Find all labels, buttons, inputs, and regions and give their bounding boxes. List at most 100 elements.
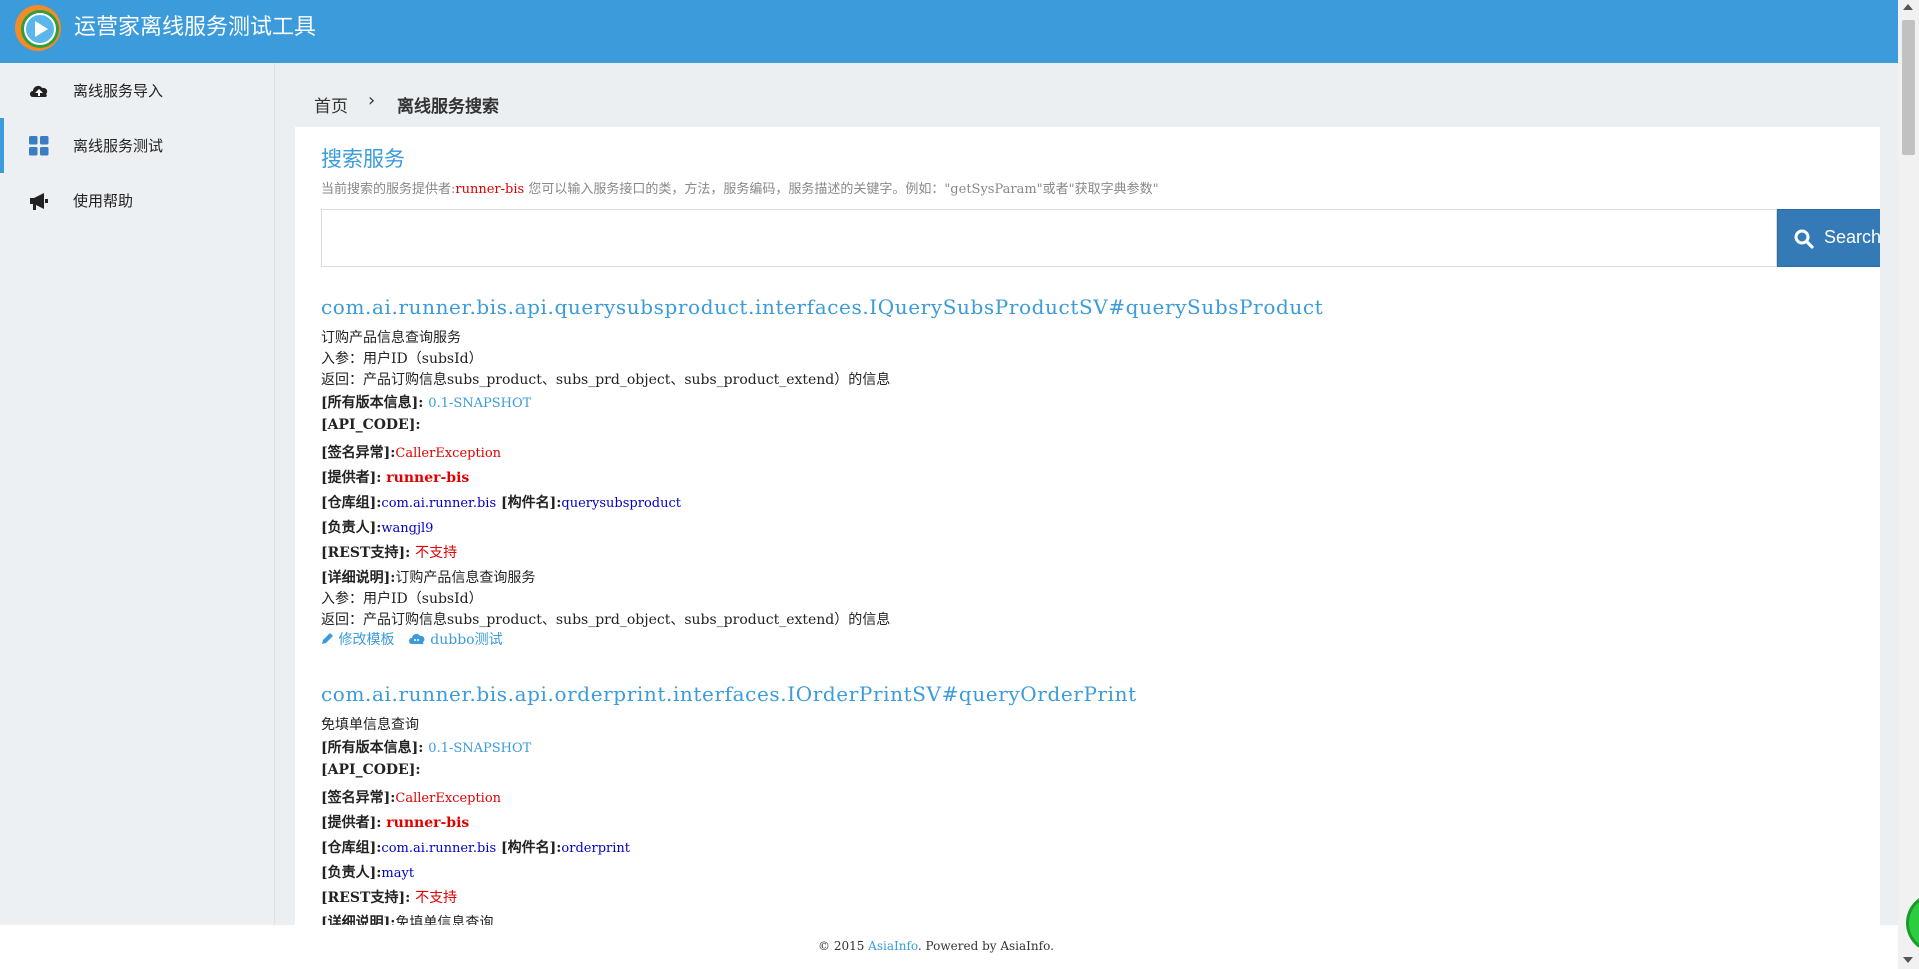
search-button[interactable]: Search bbox=[1777, 209, 1880, 267]
owner-label: [负责人]: bbox=[321, 520, 382, 536]
service-description: 免填单信息查询 bbox=[321, 717, 419, 733]
api-code-label: [API_CODE]: bbox=[321, 417, 421, 433]
detail-label: [详细说明]: bbox=[321, 570, 396, 586]
owner-value: wangjl9 bbox=[381, 521, 434, 536]
exception-value: CallerException bbox=[395, 446, 502, 461]
sidebar-item-import[interactable]: 离线服务导入 bbox=[0, 63, 275, 118]
search-input[interactable] bbox=[321, 209, 1777, 267]
hint-provider: runner-bis bbox=[455, 182, 525, 197]
group-value: com.ai.runner.bis bbox=[381, 841, 497, 856]
versions-label: [所有版本信息]: bbox=[321, 395, 429, 411]
owner-value: mayt bbox=[381, 866, 415, 881]
search-title: 搜索服务 bbox=[321, 147, 405, 171]
group-value: com.ai.runner.bis bbox=[381, 496, 497, 511]
main-panel: 搜索服务 当前搜索的服务提供者:runner-bis 您可以输入服务接口的类，方… bbox=[295, 127, 1880, 925]
artifact-label: [构件名]: bbox=[496, 840, 562, 856]
scroll-up-arrow-icon[interactable] bbox=[1903, 4, 1913, 10]
detail-label: [详细说明]: bbox=[321, 915, 396, 925]
versions-label: [所有版本信息]: bbox=[321, 740, 429, 756]
owner-row: [负责人]:wangjl9 bbox=[321, 517, 433, 537]
service-params: 入参：用户ID（subsId） bbox=[321, 351, 483, 367]
search-hint: 当前搜索的服务提供者:runner-bis 您可以输入服务接口的类，方法，服务编… bbox=[321, 178, 1159, 197]
footer-brand-link[interactable]: AsiaInfo bbox=[868, 939, 918, 953]
api-code-row: [API_CODE]: bbox=[321, 417, 421, 433]
top-header: 运营家离线服务测试工具 bbox=[0, 0, 1898, 63]
version-link[interactable]: 0.1-SNAPSHOT bbox=[428, 741, 531, 756]
group-label: [仓库组]: bbox=[321, 495, 382, 511]
footer-suffix: . Powered by AsiaInfo. bbox=[917, 939, 1054, 953]
sidebar-item-test[interactable]: 离线服务测试 bbox=[0, 118, 275, 173]
sidebar-item-label: 离线服务导入 bbox=[73, 82, 164, 100]
search-icon bbox=[1794, 229, 1814, 249]
sidebar-item-label: 使用帮助 bbox=[73, 192, 134, 210]
pencil-icon bbox=[322, 633, 333, 644]
play-logo-icon[interactable] bbox=[10, 2, 66, 54]
scrollbar-thumb[interactable] bbox=[1902, 20, 1915, 155]
api-code-row: [API_CODE]: bbox=[321, 762, 421, 778]
grid-icon bbox=[29, 136, 49, 156]
app-title: 运营家离线服务测试工具 bbox=[74, 15, 317, 40]
versions-row: [所有版本信息]: 0.1-SNAPSHOT bbox=[321, 737, 531, 757]
exception-row: [签名异常]:CallerException bbox=[321, 442, 501, 462]
cloud-upload-icon bbox=[30, 85, 48, 97]
exception-value: CallerException bbox=[395, 791, 502, 806]
service-result: com.ai.runner.bis.api.querysubsproduct.i… bbox=[321, 295, 1821, 648]
owner-row: [负责人]:mayt bbox=[321, 862, 414, 882]
artifact-label: [构件名]: bbox=[496, 495, 562, 511]
service-actions: 修改模板 dubbo测试 bbox=[321, 629, 503, 649]
rest-row: [REST支持]: 不支持 bbox=[321, 887, 457, 907]
detail-value: 免填单信息查询 bbox=[395, 915, 494, 925]
detail-value: 订购产品信息查询服务 bbox=[395, 570, 536, 586]
provider-row: [提供者]: runner-bis bbox=[321, 467, 469, 487]
sidebar-item-help[interactable]: 使用帮助 bbox=[0, 173, 275, 228]
group-label: [仓库组]: bbox=[321, 840, 382, 856]
service-name-link[interactable]: com.ai.runner.bis.api.querysubsproduct.i… bbox=[321, 295, 1821, 319]
rest-label: [REST支持]: bbox=[321, 890, 416, 906]
service-result: com.ai.runner.bis.api.orderprint.interfa… bbox=[321, 682, 1821, 925]
provider-label: [提供者]: bbox=[321, 470, 387, 486]
rest-value: 不支持 bbox=[415, 545, 458, 561]
service-description: 订购产品信息查询服务 bbox=[321, 330, 461, 346]
exception-label: [签名异常]: bbox=[321, 445, 396, 461]
chevron-right-icon: › bbox=[368, 90, 376, 111]
detail-params: 入参：用户ID（subsId） bbox=[321, 591, 483, 607]
footer: © 2015 AsiaInfo. Powered by AsiaInfo. bbox=[0, 925, 1898, 969]
vertical-scrollbar[interactable] bbox=[1898, 0, 1919, 969]
breadcrumb-current: 离线服务搜索 bbox=[397, 97, 499, 117]
scroll-down-arrow-icon[interactable] bbox=[1903, 957, 1913, 963]
api-code-label: [API_CODE]: bbox=[321, 762, 421, 778]
sidebar: 离线服务导入 离线服务测试 使用帮助 bbox=[0, 63, 275, 925]
footer-prefix: © 2015 bbox=[818, 939, 869, 953]
versions-row: [所有版本信息]: 0.1-SNAPSHOT bbox=[321, 392, 531, 412]
dubbo-test-label: dubbo测试 bbox=[430, 632, 503, 648]
rest-row: [REST支持]: 不支持 bbox=[321, 542, 457, 562]
edit-template-link[interactable]: 修改模板 bbox=[321, 629, 394, 649]
provider-label: [提供者]: bbox=[321, 815, 387, 831]
group-row: [仓库组]:com.ai.runner.bis [构件名]:querysubsp… bbox=[321, 492, 681, 512]
dubbo-test-link[interactable]: dubbo测试 bbox=[408, 629, 503, 649]
artifact-value: querysubsproduct bbox=[561, 496, 681, 511]
rest-value: 不支持 bbox=[415, 890, 458, 906]
owner-label: [负责人]: bbox=[321, 865, 382, 881]
service-returns: 返回：产品订购信息subs_product、subs_prd_object、su… bbox=[321, 372, 891, 388]
hint-suffix: 您可以输入服务接口的类，方法，服务编码，服务描述的关键字。例如："getSysP… bbox=[524, 182, 1159, 197]
detail-returns: 返回：产品订购信息subs_product、subs_prd_object、su… bbox=[321, 612, 891, 628]
exception-row: [签名异常]:CallerException bbox=[321, 787, 501, 807]
footer-text: © 2015 AsiaInfo. Powered by AsiaInfo. bbox=[818, 939, 1054, 953]
provider-row: [提供者]: runner-bis bbox=[321, 812, 469, 832]
hint-prefix: 当前搜索的服务提供者: bbox=[321, 182, 456, 197]
edit-template-label: 修改模板 bbox=[338, 632, 395, 648]
version-link[interactable]: 0.1-SNAPSHOT bbox=[428, 396, 531, 411]
megaphone-icon bbox=[30, 193, 48, 210]
detail-row: [详细说明]:免填单信息查询 bbox=[321, 912, 493, 925]
group-row: [仓库组]:com.ai.runner.bis [构件名]:orderprint bbox=[321, 837, 630, 857]
service-name-link[interactable]: com.ai.runner.bis.api.orderprint.interfa… bbox=[321, 682, 1821, 706]
detail-row: [详细说明]:订购产品信息查询服务 bbox=[321, 567, 535, 587]
rest-label: [REST支持]: bbox=[321, 545, 416, 561]
search-button-label: Search bbox=[1824, 227, 1880, 247]
exception-label: [签名异常]: bbox=[321, 790, 396, 806]
provider-value: runner-bis bbox=[386, 815, 470, 831]
sidebar-item-label: 离线服务测试 bbox=[73, 137, 164, 155]
cloud-icon bbox=[408, 633, 425, 644]
breadcrumb-home-link[interactable]: 首页 bbox=[314, 92, 348, 117]
